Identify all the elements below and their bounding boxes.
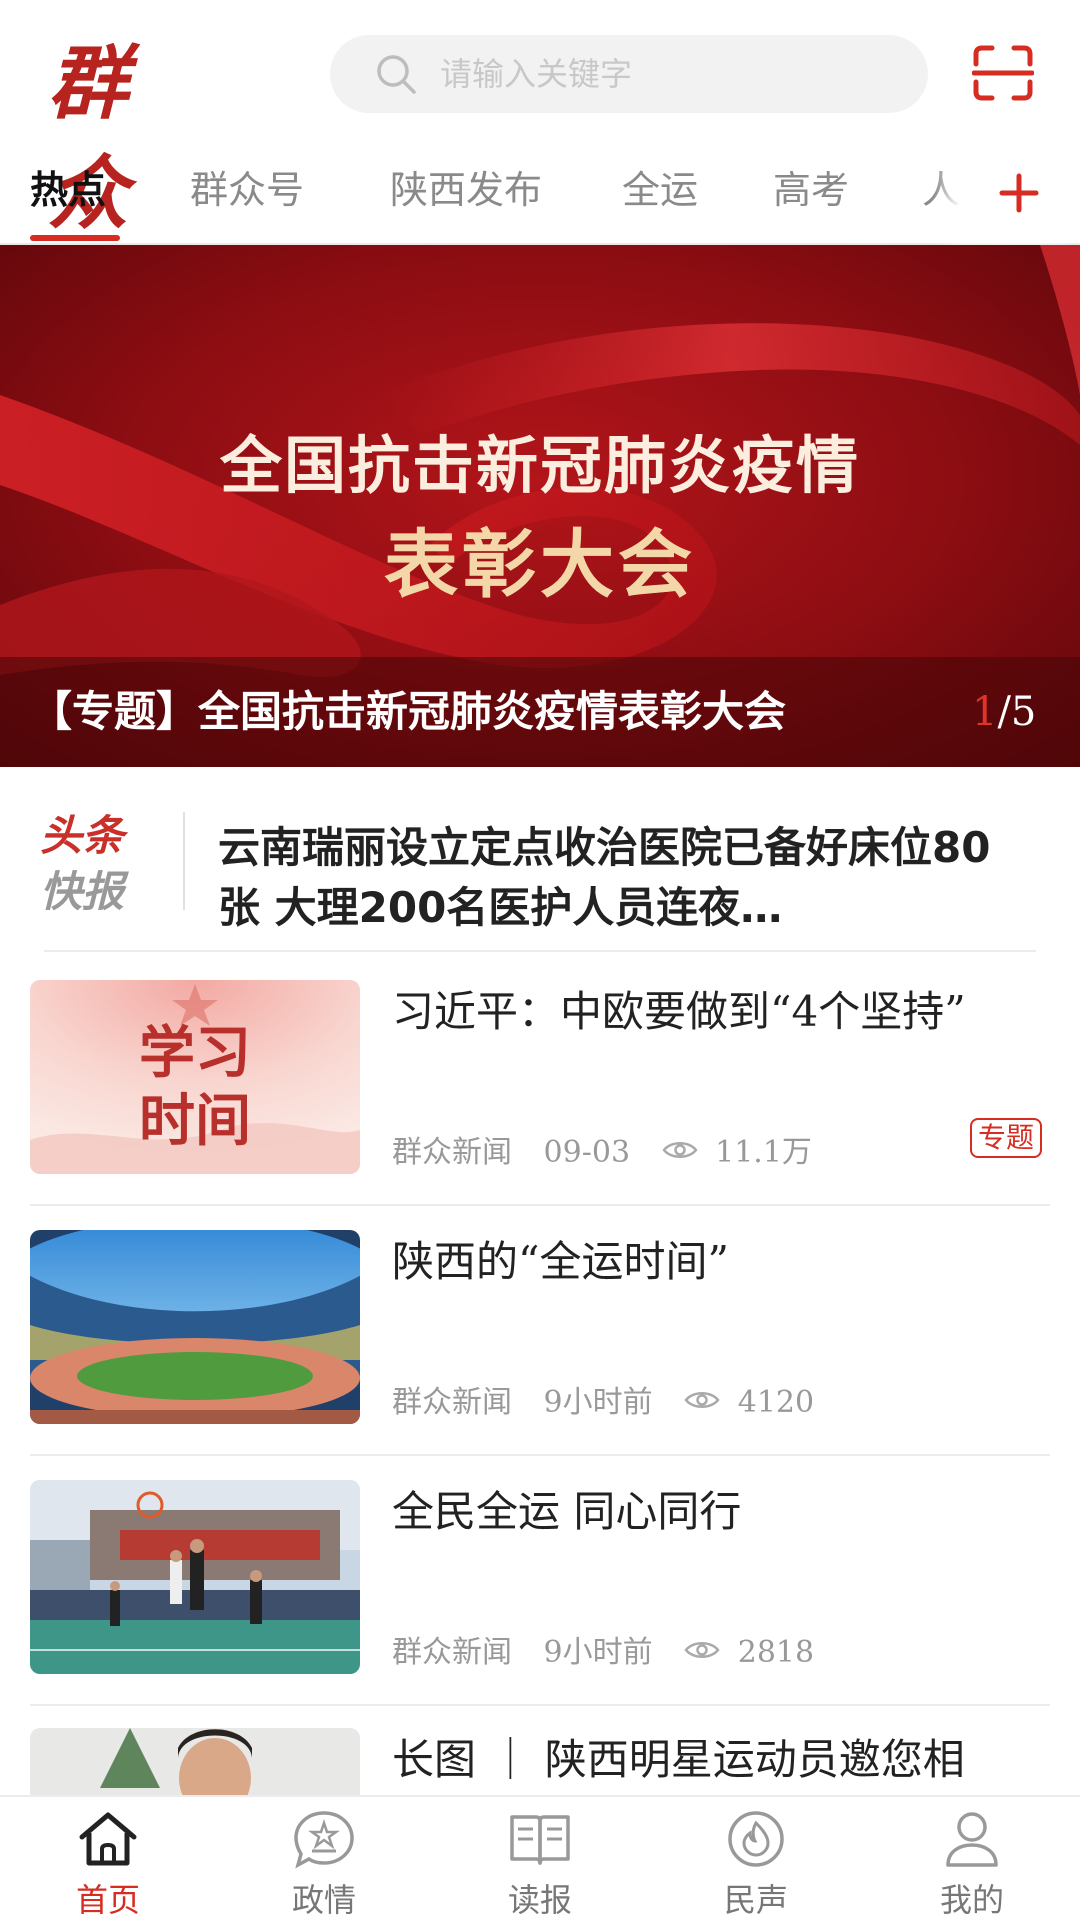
add-channel-button[interactable] — [960, 150, 1080, 243]
nav-voice[interactable]: 民声 — [648, 1797, 864, 1920]
nav-label: 政情 — [291, 1881, 356, 1919]
news-item[interactable]: 陕西的“全运时间” 群众新闻 9小时前 4120 — [0, 1230, 1080, 1480]
nav-politics[interactable]: 政情 — [216, 1797, 432, 1920]
headline-flash-text[interactable]: 云南瑞丽设立定点收治医院已备好床位80张 大理200名医护人员连夜… — [218, 818, 1018, 938]
plus-icon — [999, 173, 1039, 213]
newspaper-icon — [510, 1815, 570, 1865]
voice-icon — [728, 1811, 784, 1867]
news-views: 11.1万 — [715, 1135, 812, 1170]
flash-logo-line1: 头条 — [40, 811, 125, 860]
home-icon — [79, 1812, 137, 1866]
headline-flash-logo: 头条 快报 — [40, 808, 190, 928]
divider — [183, 812, 185, 910]
profile-icon — [946, 1812, 998, 1867]
active-tab-indicator — [30, 235, 120, 241]
nav-newspaper[interactable]: 读报 — [432, 1797, 648, 1920]
divider — [30, 1704, 1050, 1706]
nav-profile[interactable]: 我的 — [864, 1797, 1080, 1920]
banner-caption: 【专题】全国抗击新冠肺炎疫情表彰大会 — [30, 687, 787, 736]
tab-national-games[interactable]: 全运 — [622, 150, 698, 243]
scan-icon[interactable] — [972, 44, 1034, 102]
tab-qunzhonghao[interactable]: 群众号 — [190, 150, 304, 243]
news-title[interactable]: 长图 ｜ 陕西明星运动员邀您相 — [392, 1728, 1052, 1792]
search-icon — [377, 55, 416, 94]
divider — [44, 950, 1036, 952]
pager-total: /5 — [997, 689, 1037, 735]
nav-home[interactable]: 首页 — [0, 1797, 216, 1920]
news-meta: 群众新闻 09-03 11.1万 — [392, 1132, 812, 1172]
news-item[interactable]: 全民全运 同心同行 群众新闻 9小时前 2818 — [0, 1480, 1080, 1730]
nav-label: 我的 — [939, 1881, 1004, 1919]
news-item[interactable]: 学习 时间 习近平：中欧要做到“4个坚持” 群众新闻 09-03 11.1万 专… — [0, 980, 1080, 1230]
app-header: 群众 — [0, 0, 1080, 240]
news-thumbnail — [30, 1728, 360, 1795]
banner-title-line1: 全国抗击新冠肺炎疫情 — [219, 429, 860, 502]
politics-icon — [294, 1811, 354, 1869]
news-meta: 群众新闻 9小时前 2818 — [392, 1632, 814, 1672]
banner-title-line2: 表彰大会 — [384, 522, 696, 608]
flash-logo-line2: 快报 — [40, 867, 125, 916]
news-views: 4120 — [737, 1385, 815, 1420]
news-title[interactable]: 习近平：中欧要做到“4个坚持” — [392, 980, 1052, 1044]
thumb-text-line2: 时间 — [139, 1089, 251, 1154]
pager-current: 1 — [972, 689, 998, 735]
news-title[interactable]: 全民全运 同心同行 — [392, 1480, 1052, 1544]
channel-tabs: 热点 群众号 陕西发布 全运 高考 人 — [0, 150, 1080, 245]
bottom-navigation: 首页 政情 读报 民声 我的 — [0, 1795, 1080, 1920]
headline-flash[interactable]: 头条 快报 云南瑞丽设立定点收治医院已备好床位80张 大理200名医护人员连夜… — [0, 790, 1080, 950]
news-thumbnail — [30, 1480, 360, 1674]
topic-badge: 专题 — [970, 1118, 1043, 1158]
eye-icon — [684, 1642, 720, 1658]
divider — [30, 1454, 1050, 1456]
news-time: 9小时前 — [543, 1385, 653, 1420]
thumb-text-line1: 学习 — [139, 1021, 251, 1086]
banner-pager: 1/5 — [972, 657, 1036, 767]
news-title[interactable]: 陕西的“全运时间” — [392, 1230, 1052, 1294]
news-time: 09-03 — [543, 1135, 631, 1170]
eye-icon — [684, 1392, 720, 1408]
news-thumbnail: 学习 时间 — [30, 980, 360, 1174]
tab-shaanxi-release[interactable]: 陕西发布 — [390, 150, 542, 243]
news-source: 群众新闻 — [392, 1135, 512, 1170]
nav-label: 首页 — [75, 1881, 140, 1919]
banner-caption-bar: 【专题】全国抗击新冠肺炎疫情表彰大会 1/5 — [0, 657, 1080, 767]
eye-icon — [661, 1142, 698, 1158]
search-bar[interactable] — [330, 35, 928, 113]
news-thumbnail — [30, 1230, 360, 1424]
tab-gaokao[interactable]: 高考 — [773, 150, 849, 243]
news-views: 2818 — [737, 1635, 815, 1670]
nav-label: 读报 — [507, 1881, 572, 1919]
hero-banner[interactable]: 全国抗击新冠肺炎疫情 表彰大会 【专题】全国抗击新冠肺炎疫情表彰大会 1/5 — [0, 245, 1080, 767]
news-item[interactable]: 长图 ｜ 陕西明星运动员邀您相 — [0, 1728, 1080, 1795]
news-time: 9小时前 — [543, 1635, 653, 1670]
tab-partial[interactable]: 人 — [922, 150, 960, 243]
divider — [30, 1204, 1050, 1206]
news-source: 群众新闻 — [392, 1385, 512, 1420]
search-input[interactable] — [440, 35, 900, 113]
news-meta: 群众新闻 9小时前 4120 — [392, 1382, 814, 1422]
app-logo[interactable]: 群众 — [48, 28, 218, 240]
news-source: 群众新闻 — [392, 1635, 512, 1670]
nav-label: 民声 — [723, 1881, 788, 1919]
tab-hot[interactable]: 热点 — [30, 150, 106, 243]
